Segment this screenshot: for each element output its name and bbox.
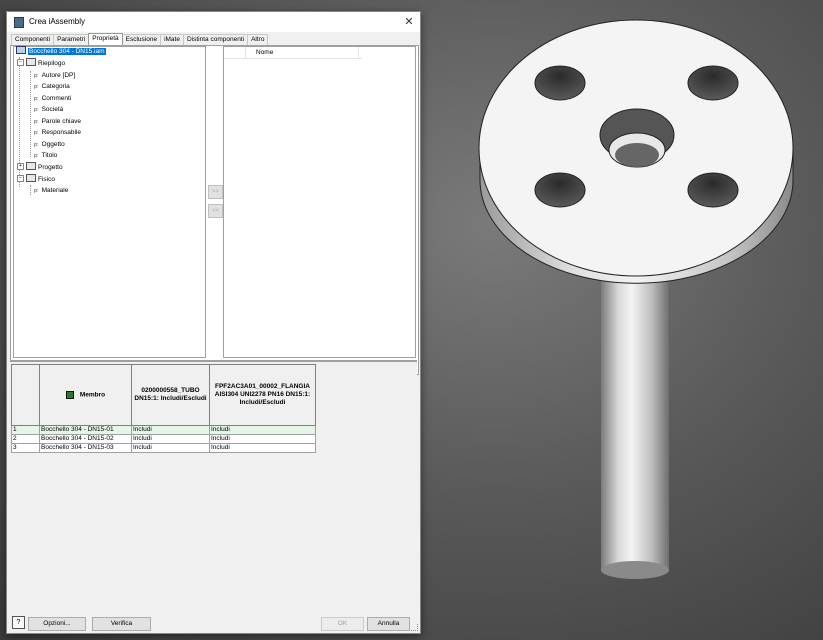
tab-esclusione[interactable]: Esclusione <box>121 34 162 45</box>
collapse-icon[interactable]: − <box>17 58 24 66</box>
include-cell[interactable]: Includi <box>131 434 210 444</box>
collapse-icon[interactable]: − <box>17 174 24 182</box>
dialog-title: Crea iAssembly <box>29 17 86 26</box>
grid-corner <box>11 364 40 426</box>
tree-item-categoria[interactable]: p: Categoria <box>34 82 70 92</box>
tree-root-assembly[interactable]: Bocchello 304 - DN15.iam <box>16 46 106 57</box>
tree-group-riepilogo[interactable]: − Riepilogo <box>17 58 65 69</box>
verify-button[interactable]: Verifica <box>92 617 151 631</box>
create-iassembly-dialog: Crea iAssembly ✕ Componenti Parametri Pr… <box>6 11 421 634</box>
selected-properties-list[interactable]: Nome <box>223 46 416 358</box>
include-cell[interactable]: Includi <box>209 443 316 453</box>
property-icon: p: <box>34 84 39 90</box>
property-tree[interactable]: Bocchello 304 - DN15.iam − Riepilogo p: Au… <box>13 46 206 358</box>
remove-property-button[interactable]: << <box>208 204 223 218</box>
property-icon: p: <box>34 153 39 159</box>
row-number: 1 <box>11 425 40 435</box>
include-cell[interactable]: Includi <box>209 425 316 435</box>
column-header-tubo[interactable]: 0200000558_TUBO DN15:1: Includi/Escludi <box>131 364 210 426</box>
expand-icon[interactable]: + <box>17 162 24 170</box>
include-cell[interactable]: Includi <box>131 425 210 435</box>
tab-strip: Componenti Parametri Proprietà Esclusion… <box>11 33 269 45</box>
ok-button[interactable]: OK <box>321 617 364 631</box>
app-icon <box>14 17 24 28</box>
flange <box>478 19 794 284</box>
member-icon <box>65 390 74 399</box>
pipe <box>601 240 669 579</box>
tree-item-commenti[interactable]: p: Commenti <box>34 94 71 104</box>
property-icon: p: <box>34 107 39 113</box>
row-number: 3 <box>11 443 40 453</box>
tab-altro[interactable]: Altro <box>247 34 269 45</box>
folder-icon <box>26 58 36 67</box>
member-table: Membro 0200000558_TUBO DN15:1: Includi/E… <box>11 364 316 453</box>
row-number: 2 <box>11 434 40 444</box>
tree-item-materiale[interactable]: p: Materiale <box>34 186 68 196</box>
member-cell[interactable]: Bocchello 304 - DN15-01 <box>39 425 132 435</box>
tab-componenti[interactable]: Componenti <box>11 34 55 45</box>
tree-item-titolo[interactable]: p: Titolo <box>34 151 57 161</box>
property-icon: p: <box>34 96 39 102</box>
assembly-icon <box>16 46 26 55</box>
close-icon[interactable]: ✕ <box>402 15 416 29</box>
3d-model-viewport[interactable] <box>440 0 823 640</box>
tree-group-fisico[interactable]: − Fisico <box>17 174 55 185</box>
tab-distinta-componenti[interactable]: Distinta componenti <box>182 34 249 45</box>
tree-group-progetto[interactable]: + Progetto <box>17 162 63 173</box>
property-icon: p: <box>34 73 39 79</box>
table-row[interactable]: 2 Bocchello 304 - DN15-02 Includi Includ… <box>11 434 316 444</box>
column-header-nome[interactable]: Nome <box>245 47 359 58</box>
cancel-button[interactable]: Annulla <box>367 617 410 631</box>
list-header: Nome <box>224 47 362 59</box>
include-cell[interactable]: Includi <box>209 434 316 444</box>
folder-icon <box>26 162 36 171</box>
include-cell[interactable]: Includi <box>131 443 210 453</box>
resize-grip[interactable] <box>411 624 418 631</box>
table-row[interactable]: 1 Bocchello 304 - DN15-01 Includi Includ… <box>11 425 316 435</box>
table-row[interactable]: 3 Bocchello 304 - DN15-03 Includi Includ… <box>11 443 316 453</box>
column-header-membro[interactable]: Membro <box>39 364 132 426</box>
member-cell[interactable]: Bocchello 304 - DN15-03 <box>39 443 132 453</box>
options-button[interactable]: Opzioni... <box>28 617 86 631</box>
help-icon[interactable]: ? <box>12 616 25 629</box>
tree-item-oggetto[interactable]: p: Oggetto <box>34 140 65 150</box>
member-cell[interactable]: Bocchello 304 - DN15-02 <box>39 434 132 444</box>
property-icon: p: <box>34 130 39 136</box>
property-icon: p: <box>34 188 39 194</box>
folder-icon <box>26 174 36 183</box>
tree-item-autore[interactable]: p: Autore [DP] <box>34 71 75 81</box>
column-header-flangia[interactable]: FPF2AC3A01_00002_FLANGIA AISI304 UNI2278… <box>209 364 316 426</box>
tab-imate[interactable]: iMate <box>160 34 184 45</box>
tab-proprieta[interactable]: Proprietà <box>88 33 123 45</box>
tree-item-societa[interactable]: p: Società <box>34 105 63 115</box>
tree-item-responsabile[interactable]: p: Responsabile <box>34 128 81 138</box>
tree-item-parole-chiave[interactable]: p: Parole chiave <box>34 117 81 127</box>
add-property-button[interactable]: >> <box>208 185 223 199</box>
property-icon: p: <box>34 142 39 148</box>
tab-parametri[interactable]: Parametri <box>53 34 90 45</box>
property-icon: p: <box>34 119 39 125</box>
title-bar: Crea iAssembly ✕ <box>7 12 420 32</box>
